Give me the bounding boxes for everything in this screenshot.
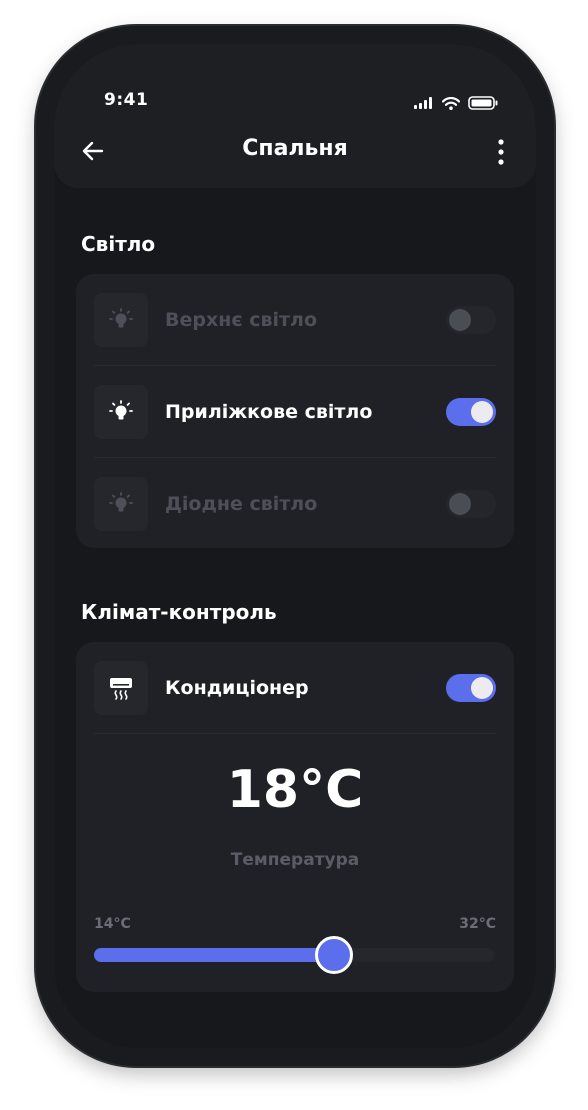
climate-card: Кондиціонер 18°C Температура 14°C 32°C (76, 642, 514, 992)
bulb-icon (94, 385, 148, 439)
temperature-max-label: 32°C (459, 916, 496, 932)
page-title: Спальня (242, 136, 348, 161)
light-label: Діодне світло (165, 493, 318, 515)
phone-frame: 9:41 Спальня Світло Верхнє світло Приліж… (36, 26, 554, 1066)
toggle-knob (449, 309, 471, 331)
screen: 9:41 Спальня Світло Верхнє світло Приліж… (54, 44, 536, 1048)
light-label: Верхнє світло (165, 309, 318, 331)
light-row-led: Діодне світло (94, 458, 496, 550)
battery-icon (468, 96, 498, 110)
app-header: 9:41 Спальня (54, 44, 536, 188)
climate-section-title: Клімат-контроль (81, 600, 277, 624)
status-bar: 9:41 (54, 44, 536, 114)
light-row-ceiling: Верхнє світло (94, 274, 496, 366)
bulb-icon (94, 477, 148, 531)
ac-toggle[interactable] (446, 674, 496, 702)
toggle-knob (471, 401, 493, 423)
lights-section-title: Світло (81, 232, 156, 256)
temperature-value: 18°C (226, 760, 364, 820)
air-conditioner-icon (94, 661, 148, 715)
slider-fill (94, 948, 334, 962)
light-row-bedside: Приліжкове світло (94, 366, 496, 458)
more-menu-icon[interactable] (496, 138, 506, 166)
temperature-min-label: 14°C (94, 916, 131, 932)
wifi-icon (442, 96, 460, 110)
status-icons (414, 96, 498, 110)
ac-row: Кондиціонер (94, 642, 496, 734)
slider-thumb[interactable] (315, 936, 353, 974)
bulb-icon (94, 293, 148, 347)
temperature-label: Температура (230, 850, 360, 870)
toggle-knob (471, 677, 493, 699)
light-toggle-bedside[interactable] (446, 398, 496, 426)
signal-icon (414, 97, 432, 109)
status-time: 9:41 (104, 90, 149, 110)
light-label: Приліжкове світло (165, 401, 373, 423)
ac-label: Кондиціонер (165, 677, 309, 699)
light-toggle-ceiling[interactable] (446, 306, 496, 334)
toggle-knob (449, 493, 471, 515)
light-toggle-led[interactable] (446, 490, 496, 518)
temperature-slider[interactable] (94, 936, 494, 974)
lights-card: Верхнє світло Приліжкове світло Діодне с… (76, 274, 514, 548)
